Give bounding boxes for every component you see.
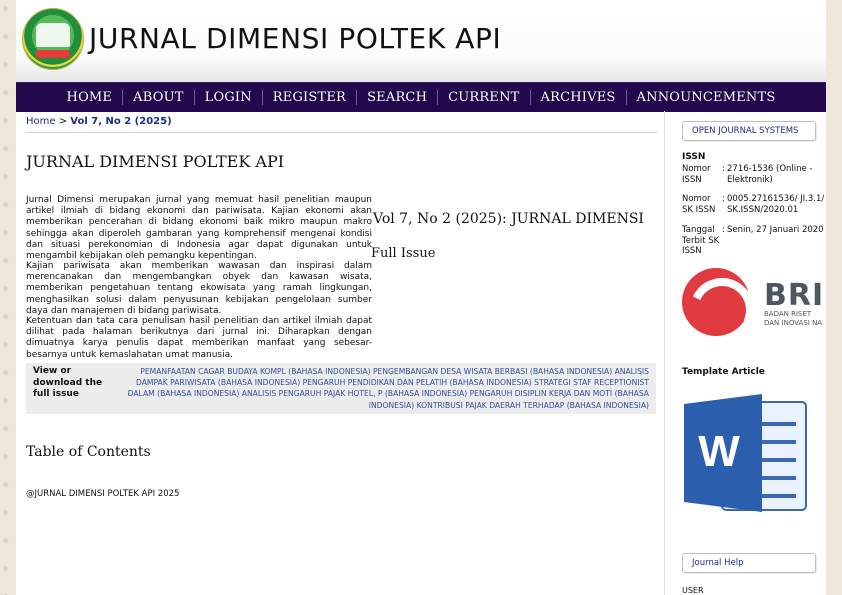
issn-key: Nomor ISSN xyxy=(682,164,711,185)
nav-register[interactable]: REGISTER xyxy=(263,90,356,105)
main-content: Home > Vol 7, No 2 (2025) JURNAL DIMENSI… xyxy=(26,111,657,595)
user-section-title: USER xyxy=(682,586,704,595)
journal-help-button[interactable]: Journal Help xyxy=(682,553,816,573)
nav-search[interactable]: SEARCH xyxy=(357,90,437,105)
nav-announcements[interactable]: ANNOUNCEMENTS xyxy=(627,90,786,105)
nav-about[interactable]: ABOUT xyxy=(123,90,193,105)
breadcrumb: Home > Vol 7, No 2 (2025) xyxy=(26,116,172,127)
site-title: JURNAL DIMENSI POLTEK API xyxy=(89,22,502,55)
brin-mark-icon xyxy=(680,268,764,352)
footer-text: @JURNAL DIMENSI POLTEK API 2025 xyxy=(26,489,180,499)
brin-subtitle-line-1: BADAN RISET xyxy=(764,310,812,318)
brin-subtitle-line-2: DAN INOVASI NA xyxy=(764,319,823,327)
main-nav: HOME ABOUT LOGIN REGISTER SEARCH CURRENT… xyxy=(16,82,826,112)
tourism-paragraph: Kajian pariwisata akan memberikan wawasa… xyxy=(26,261,372,316)
breadcrumb-home[interactable]: Home xyxy=(26,116,56,127)
nav-current[interactable]: CURRENT xyxy=(438,90,529,105)
logo-ribbon xyxy=(36,50,70,58)
brin-subtitle: BADAN RISET DAN INOVASI NA xyxy=(764,310,822,328)
nav-archives[interactable]: ARCHIVES xyxy=(531,90,626,105)
page-container: JURNAL DIMENSI POLTEK API HOME ABOUT LOG… xyxy=(16,0,826,595)
sidebar: OPEN JOURNAL SYSTEMS ISSN Nomor ISSN : 2… xyxy=(672,111,826,595)
word-letter: W xyxy=(698,427,740,476)
breadcrumb-separator: > xyxy=(58,116,68,127)
nav-home[interactable]: HOME xyxy=(57,90,123,105)
page-title: JURNAL DIMENSI POLTEK API xyxy=(26,152,285,171)
site-header: JURNAL DIMENSI POLTEK API xyxy=(16,0,826,82)
full-issue-heading: Full Issue xyxy=(371,246,436,261)
issn-key: Tanggal Terbit SK ISSN xyxy=(682,225,720,256)
word-document-icon[interactable]: W xyxy=(684,394,808,512)
issn-value: Senin, 27 Januari 2020 xyxy=(727,225,824,235)
logo-building-icon xyxy=(36,23,70,47)
template-article-title: Template Article xyxy=(682,367,765,377)
divider xyxy=(26,132,657,133)
download-links[interactable]: PEMANFAATAN CAGAR BUDAYA KOMPL (BAHASA I… xyxy=(126,366,649,411)
download-box: View or download the full issue PEMANFAA… xyxy=(26,363,656,414)
sidebar-divider xyxy=(664,111,665,595)
issue-title: Vol 7, No 2 (2025): JURNAL DIMENSI xyxy=(373,211,644,227)
breadcrumb-current[interactable]: Vol 7, No 2 (2025) xyxy=(70,116,171,127)
brin-swirl xyxy=(680,268,764,352)
guidelines-paragraph: Ketentuan dan tata cara penulisan hasil … xyxy=(26,316,372,360)
nav-login[interactable]: LOGIN xyxy=(195,90,262,105)
poltek-api-logo xyxy=(22,8,84,70)
download-label: View or download the full issue xyxy=(33,366,103,399)
issn-value: 2716-1536 (Online - Elektronik) xyxy=(727,164,813,185)
table-of-contents-heading: Table of Contents xyxy=(26,444,151,460)
intro-paragraph: Jurnal Dimensi merupakan jurnal yang mem… xyxy=(26,195,372,262)
brin-wordmark: BRI xyxy=(764,278,825,313)
issn-key: Nomor SK ISSN xyxy=(682,194,716,215)
issn-title: ISSN xyxy=(682,152,706,162)
brin-logo[interactable]: BRI BADAN RISET DAN INOVASI NA xyxy=(680,268,826,352)
issn-value: 0005.27161536/ JI.3.1/ SK.ISSN/2020.01 xyxy=(727,194,825,215)
ojs-button[interactable]: OPEN JOURNAL SYSTEMS xyxy=(682,121,816,141)
